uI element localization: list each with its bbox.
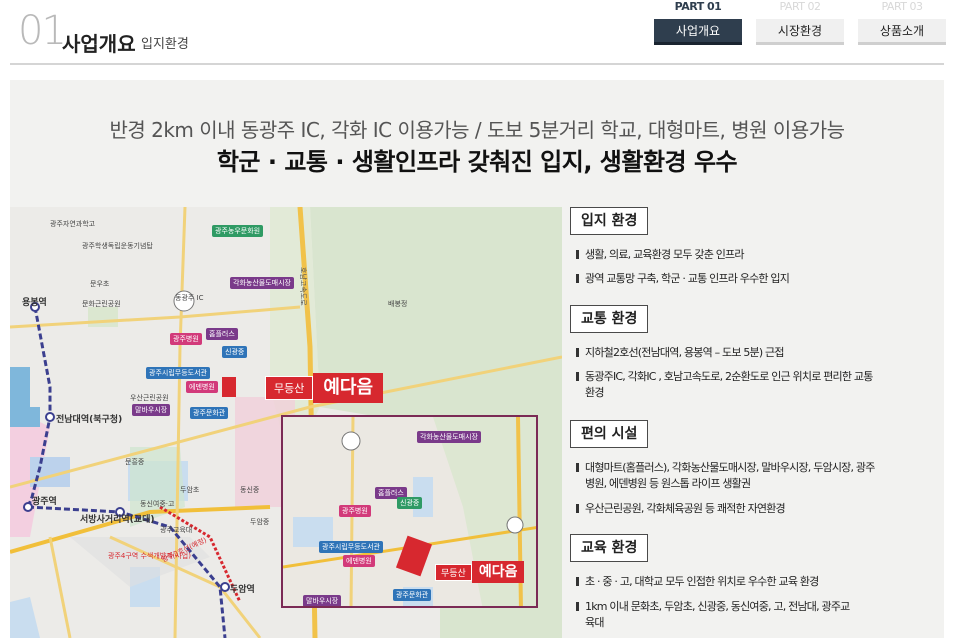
tab-part-label: PART 02 [779,0,821,13]
bullet-amenities-1: 대형마트(홈플러스), 각화농산물도매시장, 말바우시장, 두암시장, 광주병원… [576,460,876,492]
site-callout-large: 예다음 [313,373,384,403]
inset-tag-school: 신광중 [397,497,423,509]
map-label-mountain: 배봉정 [388,300,408,308]
bullet-transport-2: 동광주IC, 각화IC , 호남고속도로, 2순환도로 인근 위치로 편리한 교… [576,369,876,401]
map-tag-eden-hospital: 에덴병원 [186,381,218,393]
map-label-school5: 두암초 [180,486,200,494]
map-label-school3: 문우초 [90,280,110,288]
bullet-marker [576,274,579,283]
bullet-marker [576,250,579,259]
map-label-station3: 광주역 [32,497,57,507]
section-title-location: 입지 환경 [570,207,649,235]
map-label-school6: 동신여중·고 [140,500,175,508]
bullet-text: 지하철2호선(전남대역, 용봉역 – 도보 5분) 근접 [585,346,785,359]
bullet-text: 동광주IC, 각화IC , 호남고속도로, 2순환도로 인근 위치로 편리한 교… [585,370,873,399]
block-4 [88,307,118,327]
section-title-transport: 교통 환경 [570,305,649,333]
bullet-education-2: 1km 이내 문화초, 두암초, 신광중, 동신여중, 고, 전남대, 광주교육… [576,599,856,631]
map-tag-cultural-center: 광주농우문화원 [212,225,264,237]
section-title-education: 교육 환경 [570,534,649,562]
bullet-education-1: 초 · 중 · 고, 대학교 모두 인접한 위치로 우수한 교육 환경 [576,574,876,590]
station-dot-3 [23,502,33,512]
site-callout: 무등산 예다음 [265,373,384,403]
inset-map: 각화농산물도매시장 홈플러스 광주병원 신광중 광주시립무등도서관 에덴병원 말… [281,415,538,608]
page-title: 사업개요 [62,32,136,56]
section-number: 01 [18,8,67,54]
map-label-station2: 전남대역(북구청) [56,415,123,425]
bullet-marker [576,504,579,513]
map-tag-culture-hall: 광주문화관 [190,407,229,419]
page-subtitle: 입지환경 [141,37,189,52]
map-label-school2: 광주학생독립운동기념탑 [82,242,153,250]
tab-button-market[interactable]: 시장환경 [756,19,844,45]
tab-part-label: PART 01 [674,0,722,13]
tab-part-label: PART 03 [881,0,923,13]
info-panel: 입지 환경 생활, 의료, 교육환경 모두 갖춘 인프라 광역 교통망 구축, … [570,207,930,638]
block-6 [10,407,40,427]
site-marker [222,377,236,397]
map-label-park: 우산근린공원 [130,394,169,402]
inset-tag-culture-hall: 광주문화관 [393,589,432,601]
map-label-school9: 동신중 [240,486,260,494]
map-label-station5: 두암역 [230,585,255,595]
inset-ic-circle-2 [506,516,524,534]
map-tag-library: 광주시립무등도서관 [146,367,210,379]
bullet-text: 광역 교통망 구축, 학군 · 교통 인프라 우수한 입지 [585,272,790,285]
inset-tag-library: 광주시립무등도서관 [319,541,383,553]
bullet-location-2: 광역 교통망 구축, 학군 · 교통 인프라 우수한 입지 [576,271,876,287]
bullet-text: 생활, 의료, 교육환경 모두 갖춘 인프라 [585,248,744,261]
map-label-ic: 동광주 IC [175,294,204,302]
bullet-marker [576,463,579,472]
map-label-school1: 광주자연과학고 [50,220,96,228]
map-label-school7: 광주교육대 [160,526,193,534]
bullet-marker [576,602,579,611]
block-5 [10,367,30,407]
map-label-station1: 용봉역 [22,298,47,308]
inset-tag-nongsan-market: 각화농산물도매시장 [417,431,481,443]
bullet-location-1: 생활, 의료, 교육환경 모두 갖춘 인프라 [576,247,876,263]
station-dot-2 [45,412,55,422]
map-label-school10: 두암중 [250,518,270,526]
bullet-text: 대형마트(홈플러스), 각화농산물도매시장, 말바우시장, 두암시장, 광주병원… [585,461,875,490]
bullet-transport-1: 지하철2호선(전남대역, 용봉역 – 도보 5분) 근접 [576,345,876,361]
tab-button-products[interactable]: 상품소개 [858,19,946,45]
inset-site-callout: 무등산 예다음 [435,561,525,583]
map-tag-malba-market: 말바우시장 [132,404,171,416]
site-callout-small: 무등산 [265,376,314,400]
inset-callout-small: 무등산 [435,563,472,581]
map-label-school8: 문흥중 [125,458,145,466]
part-tabs: PART 01 사업개요 PART 02 시장환경 PART 03 상품소개 [654,0,954,50]
inset-tag-eden-hospital: 에덴병원 [343,555,375,567]
content-panel: 반경 2km 이내 동광주 IC, 각화 IC 이용가능 / 도보 5분거리 학… [10,80,944,638]
bullet-amenities-2: 우산근린공원, 각화체육공원 등 쾌적한 자연환경 [576,501,876,517]
map-label-highway: 호남고속도로 [299,267,307,306]
station-dot-5 [220,582,230,592]
inset-tag-malba-market: 말바우시장 [303,595,342,606]
bullet-text: 우산근린공원, 각화체육공원 등 쾌적한 자연환경 [585,502,786,515]
map-label-station4: 서방사거리역(교대) [80,515,155,525]
bullet-marker [576,577,579,586]
header-divider [10,63,944,65]
inset-ic-circle [341,431,361,451]
bullet-marker [576,348,579,357]
headline-sub: 반경 2km 이내 동광주 IC, 각화 IC 이용가능 / 도보 5분거리 학… [109,118,845,142]
tab-button-overview[interactable]: 사업개요 [654,19,742,45]
location-map: 동광주 IC 광주자연과학고 광주학생독립운동기념탑 문우초 문화근린공원 용봉… [10,207,562,638]
bullet-marker [576,372,579,381]
map-tag-sinchang-school: 신광중 [222,346,248,358]
bullet-text: 1km 이내 문화초, 두암초, 신광중, 동신여중, 고, 전남대, 광주교육… [585,600,850,629]
map-label-school4: 문화근린공원 [82,300,121,308]
map-tag-homeplus: 홈플러스 [206,328,238,340]
section-title-amenities: 편의 시설 [570,420,649,448]
inset-callout-large: 예다음 [471,561,525,583]
map-tag-gwangju-hospital: 광주병원 [170,333,202,345]
map-label-line4: 광주4구역 수색개발제(사업) [108,552,191,560]
headline-main: 학군 · 교통 · 생활인프라 갖춰진 입지, 생활환경 우수 [216,148,738,176]
bullet-text: 초 · 중 · 고, 대학교 모두 인접한 위치로 우수한 교육 환경 [585,575,819,588]
inset-tag-gwangju-hospital: 광주병원 [339,505,371,517]
map-tag-nongsan-market: 각화농산물도매시장 [230,277,294,289]
